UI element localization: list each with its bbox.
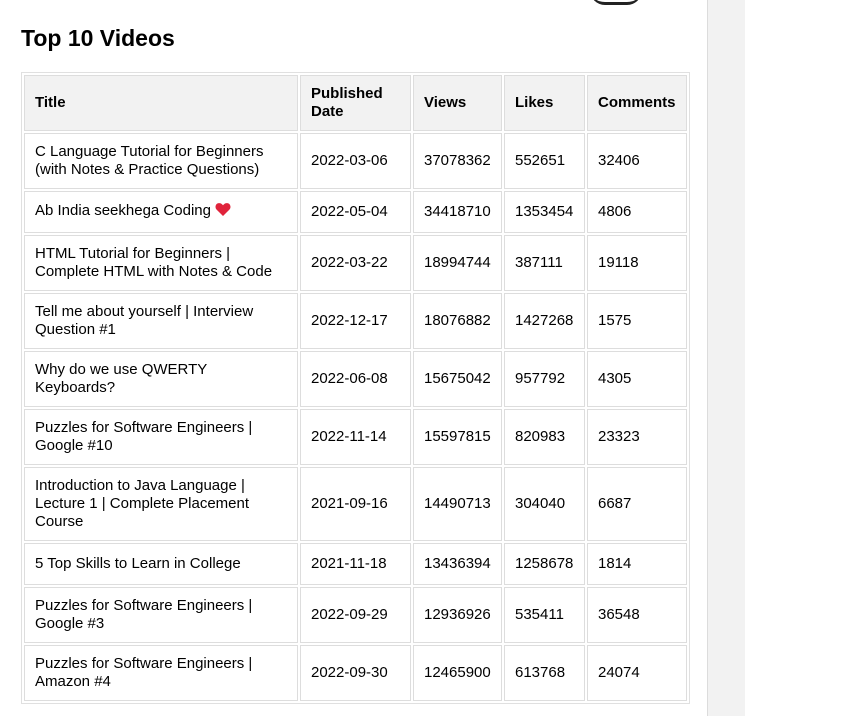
table-row: Ab India seekhega Coding 2022-05-04 3441…	[24, 191, 687, 233]
column-header-views: Views	[413, 75, 502, 131]
column-header-published-date: Published Date	[300, 75, 411, 131]
cell-views: 34418710	[413, 191, 502, 233]
table-row: Puzzles for Software Engineers | Amazon …	[24, 645, 687, 701]
cell-views: 13436394	[413, 543, 502, 585]
table-row: 5 Top Skills to Learn in College 2021-11…	[24, 543, 687, 585]
content-divider	[707, 0, 708, 716]
cell-title: Why do we use QWERTY Keyboards?	[24, 351, 298, 407]
cell-comments: 24074	[587, 645, 687, 701]
cell-views: 12936926	[413, 587, 502, 643]
column-header-comments: Comments	[587, 75, 687, 131]
column-header-likes: Likes	[504, 75, 585, 131]
cell-comments: 4305	[587, 351, 687, 407]
cell-date: 2022-05-04	[300, 191, 411, 233]
cell-comments: 36548	[587, 587, 687, 643]
cell-title: Puzzles for Software Engineers | Google …	[24, 587, 298, 643]
cell-views: 15597815	[413, 409, 502, 465]
cell-likes: 820983	[504, 409, 585, 465]
cell-likes: 304040	[504, 467, 585, 541]
cell-views: 18076882	[413, 293, 502, 349]
cell-likes: 535411	[504, 587, 585, 643]
cell-date: 2022-03-22	[300, 235, 411, 291]
cell-likes: 613768	[504, 645, 585, 701]
main-content: Top 10 Videos Title Published Date Views…	[0, 0, 706, 716]
table-row: Introduction to Java Language | Lecture …	[24, 467, 687, 541]
cell-likes: 552651	[504, 133, 585, 189]
table-header-row: Title Published Date Views Likes Comment…	[24, 75, 687, 131]
cell-title: Puzzles for Software Engineers | Amazon …	[24, 645, 298, 701]
cell-date: 2022-11-14	[300, 409, 411, 465]
cell-title: Introduction to Java Language | Lecture …	[24, 467, 298, 541]
cell-title: Ab India seekhega Coding	[24, 191, 298, 233]
cell-views: 15675042	[413, 351, 502, 407]
cell-date: 2021-09-16	[300, 467, 411, 541]
cell-date: 2022-09-30	[300, 645, 411, 701]
table-row: Tell me about yourself | Interview Quest…	[24, 293, 687, 349]
cell-comments: 32406	[587, 133, 687, 189]
cell-title: C Language Tutorial for Beginners (with …	[24, 133, 298, 189]
cell-date: 2021-11-18	[300, 543, 411, 585]
cell-likes: 1427268	[504, 293, 585, 349]
cell-title: Puzzles for Software Engineers | Google …	[24, 409, 298, 465]
cell-title: HTML Tutorial for Beginners | Complete H…	[24, 235, 298, 291]
cell-comments: 4806	[587, 191, 687, 233]
table-row: HTML Tutorial for Beginners | Complete H…	[24, 235, 687, 291]
cell-views: 37078362	[413, 133, 502, 189]
cell-likes: 1353454	[504, 191, 585, 233]
cell-comments: 1575	[587, 293, 687, 349]
cell-views: 14490713	[413, 467, 502, 541]
cell-comments: 6687	[587, 467, 687, 541]
cell-comments: 1814	[587, 543, 687, 585]
table-row: Puzzles for Software Engineers | Google …	[24, 409, 687, 465]
avatar[interactable]	[590, 0, 642, 5]
cell-date: 2022-06-08	[300, 351, 411, 407]
cell-date: 2022-09-29	[300, 587, 411, 643]
top-videos-table: Title Published Date Views Likes Comment…	[21, 72, 690, 704]
cell-comments: 23323	[587, 409, 687, 465]
cell-likes: 957792	[504, 351, 585, 407]
cell-date: 2022-12-17	[300, 293, 411, 349]
page-side-gutter	[707, 0, 745, 716]
cell-title: 5 Top Skills to Learn in College	[24, 543, 298, 585]
column-header-title: Title	[24, 75, 298, 131]
table-row: Puzzles for Software Engineers | Google …	[24, 587, 687, 643]
heart-icon	[215, 202, 231, 222]
table-row: C Language Tutorial for Beginners (with …	[24, 133, 687, 189]
cell-date: 2022-03-06	[300, 133, 411, 189]
table-row: Why do we use QWERTY Keyboards? 2022-06-…	[24, 351, 687, 407]
cell-likes: 387111	[504, 235, 585, 291]
section-title: Top 10 Videos	[21, 25, 175, 51]
cell-title: Tell me about yourself | Interview Quest…	[24, 293, 298, 349]
cell-comments: 19118	[587, 235, 687, 291]
cell-title-text: Ab India seekhega Coding	[35, 202, 211, 219]
cell-views: 12465900	[413, 645, 502, 701]
cell-views: 18994744	[413, 235, 502, 291]
cell-likes: 1258678	[504, 543, 585, 585]
